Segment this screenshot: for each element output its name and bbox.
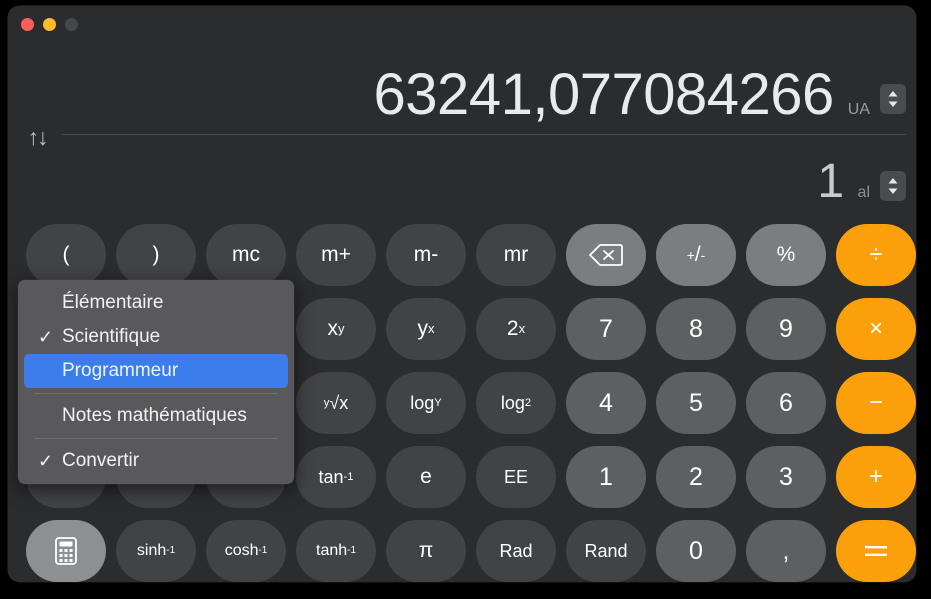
menu-item-scientifique[interactable]: ✓ Scientifique	[18, 320, 294, 354]
titlebar	[8, 6, 916, 42]
menu-separator	[34, 393, 278, 394]
primary-display-row: 63241,077084266 UA	[374, 66, 906, 124]
display-area: ↑↓ 63241,077084266 UA 1 al	[8, 42, 916, 212]
key-random[interactable]: Rand	[566, 520, 646, 582]
menu-item-label: Scientifique	[62, 326, 161, 347]
key-digit-3[interactable]: 3	[746, 446, 826, 508]
chevron-up-down-icon	[888, 91, 898, 107]
key-digit-0[interactable]: 0	[656, 520, 736, 582]
key-decimal-comma[interactable]: ,	[746, 520, 826, 582]
menu-item-label: Notes mathématiques	[62, 405, 247, 426]
key-two-power-x[interactable]: 2x	[476, 298, 556, 360]
menu-item-programmeur[interactable]: Programmeur	[24, 354, 288, 388]
secondary-value: 1	[817, 155, 844, 208]
primary-unit: UA	[847, 101, 870, 118]
key-y-root-x[interactable]: y √x	[296, 372, 376, 434]
key-digit-9[interactable]: 9	[746, 298, 826, 360]
menu-item-notes-math-matiques[interactable]: Notes mathématiques	[18, 399, 294, 433]
key-calculator-mode[interactable]	[26, 520, 106, 582]
key-memory-recall[interactable]: mr	[476, 224, 556, 286]
close-button[interactable]	[21, 18, 34, 31]
calculator-icon	[55, 537, 77, 565]
key-x-power-y[interactable]: xy	[296, 298, 376, 360]
checkmark-icon: ✓	[38, 451, 54, 471]
secondary-display-row: 1 al	[817, 158, 906, 206]
key-plus-minus[interactable]: + / -	[656, 224, 736, 286]
key-digit-5[interactable]: 5	[656, 372, 736, 434]
key-digit-2[interactable]: 2	[656, 446, 736, 508]
key-radians[interactable]: Rad	[476, 520, 556, 582]
key-arcosh[interactable]: cosh -1	[206, 520, 286, 582]
key-memory-clear[interactable]: mc	[206, 224, 286, 286]
checkmark-icon: ✓	[38, 327, 54, 347]
chevron-up-down-icon	[888, 178, 898, 194]
key-multiply[interactable]: ×	[836, 298, 916, 360]
menu-item-l-mentaire[interactable]: Élémentaire	[18, 286, 294, 320]
key-log-base-y[interactable]: log Y	[386, 372, 466, 434]
key-digit-7[interactable]: 7	[566, 298, 646, 360]
equals-icon	[865, 546, 887, 556]
delete-backward-icon	[589, 244, 623, 266]
key-digit-6[interactable]: 6	[746, 372, 826, 434]
key-log-base-2[interactable]: log 2	[476, 372, 556, 434]
key-memory-add[interactable]: m+	[296, 224, 376, 286]
key-arctangent[interactable]: tan -1	[296, 446, 376, 508]
key-euler-e[interactable]: e	[386, 446, 466, 508]
key-equals[interactable]	[836, 520, 916, 582]
key-pi[interactable]: π	[386, 520, 466, 582]
mode-dropdown-menu[interactable]: Élémentaire ✓ Scientifique Programmeur Notes…	[18, 280, 294, 484]
key-paren-open[interactable]: (	[26, 224, 106, 286]
key-arsinh[interactable]: sinh -1	[116, 520, 196, 582]
menu-separator	[34, 438, 278, 439]
key-digit-8[interactable]: 8	[656, 298, 736, 360]
zoom-button	[65, 18, 78, 31]
key-exponent[interactable]: EE	[476, 446, 556, 508]
key-artanh[interactable]: tanh -1	[296, 520, 376, 582]
key-add[interactable]: +	[836, 446, 916, 508]
menu-item-label: Programmeur	[62, 360, 179, 381]
key-paren-close[interactable]: )	[116, 224, 196, 286]
swap-units-icon[interactable]: ↑↓	[22, 122, 52, 152]
calculator-window: ↑↓ 63241,077084266 UA 1 al () mc m+ m- m…	[8, 6, 916, 582]
key-memory-sub[interactable]: m-	[386, 224, 466, 286]
primary-unit-stepper[interactable]	[880, 84, 906, 114]
secondary-unit-stepper[interactable]	[880, 171, 906, 201]
key-digit-4[interactable]: 4	[566, 372, 646, 434]
key-percent[interactable]: %	[746, 224, 826, 286]
key-subtract[interactable]: −	[836, 372, 916, 434]
key-y-power-x[interactable]: yx	[386, 298, 466, 360]
menu-item-convertir[interactable]: ✓ Convertir	[18, 444, 294, 478]
display-divider	[62, 134, 906, 135]
secondary-unit: al	[857, 184, 870, 201]
minimize-button[interactable]	[43, 18, 56, 31]
menu-item-label: Convertir	[62, 450, 140, 471]
primary-value: 63241,077084266	[373, 62, 835, 127]
key-digit-1[interactable]: 1	[566, 446, 646, 508]
key-delete[interactable]	[566, 224, 646, 286]
menu-item-label: Élémentaire	[62, 292, 164, 313]
key-divide[interactable]: ÷	[836, 224, 916, 286]
